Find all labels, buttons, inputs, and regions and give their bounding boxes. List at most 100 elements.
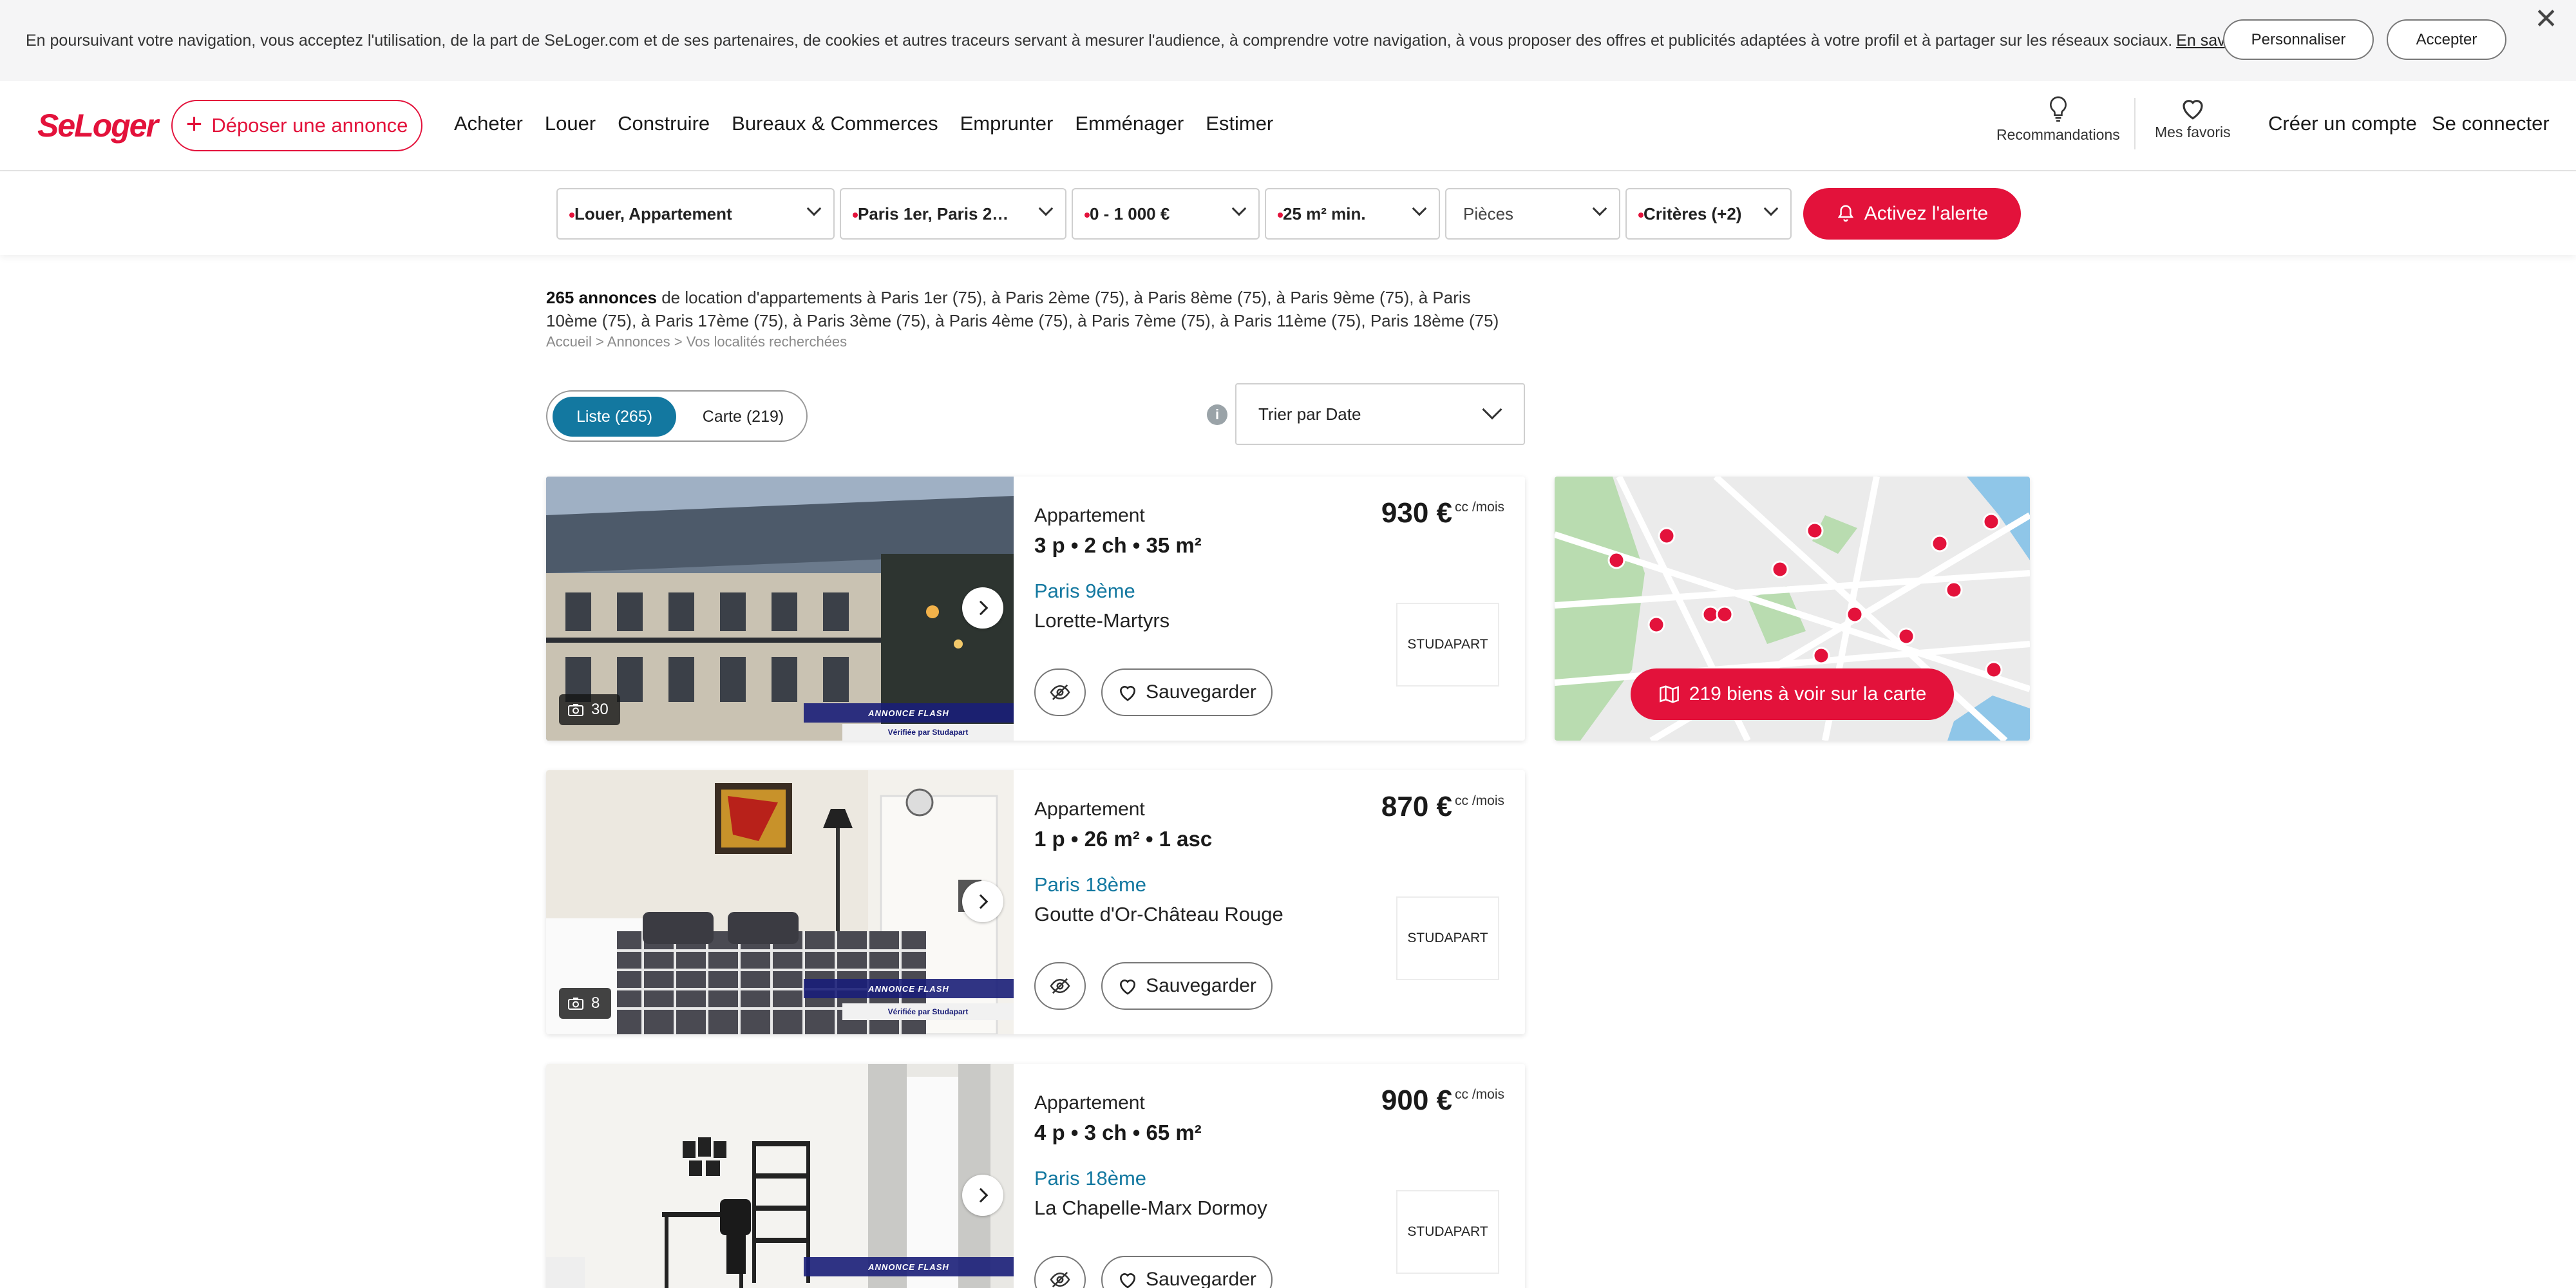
view-on-map-label: 219 biens à voir sur la carte — [1689, 683, 1927, 705]
results-count: 265 annonces — [546, 288, 657, 307]
chevron-down-icon — [1592, 201, 1607, 216]
filter-criteria-value: Critères (+2) — [1643, 204, 1742, 223]
eye-slash-icon — [1050, 684, 1070, 701]
price-suffix: cc /mois — [1454, 500, 1504, 515]
save-button[interactable]: Sauvegarder — [1101, 1256, 1273, 1288]
listing-card[interactable]: ANNONCE FLASH Appartement 4 p • 3 ch • 6… — [546, 1064, 1525, 1288]
menu-item-estimer[interactable]: Estimer — [1206, 112, 1273, 135]
recommendations-link[interactable]: Recommandations — [1996, 95, 2120, 144]
listing-photo[interactable]: 30 ANNONCE FLASH Vérifiée par Studapart — [546, 477, 1014, 741]
post-ad-label: Déposer une annonce — [211, 114, 408, 137]
listing-photo[interactable]: 8 ANNONCE FLASH Vérifiée par Studapart — [546, 770, 1014, 1034]
lightbulb-icon — [2049, 96, 2067, 122]
price-suffix: cc /mois — [1454, 1087, 1504, 1102]
camera-icon — [568, 704, 583, 716]
activate-alert-button[interactable]: Activez l'alerte — [1803, 188, 2021, 240]
filter-rooms-value: Pièces — [1463, 204, 1514, 223]
save-label: Sauvegarder — [1146, 975, 1256, 996]
active-dot — [1638, 213, 1643, 218]
photo-count: 8 — [591, 994, 600, 1012]
save-button[interactable]: Sauvegarder — [1101, 962, 1273, 1010]
post-ad-button[interactable]: + Déposer une annonce — [171, 100, 422, 151]
flash-badge: ANNONCE FLASH — [804, 703, 1014, 723]
filter-transaction[interactable]: Louer, Appartement — [556, 188, 835, 240]
close-icon[interactable]: ✕ — [2534, 5, 2558, 33]
create-account-link[interactable]: Créer un compte — [2268, 112, 2417, 135]
flash-badge: ANNONCE FLASH — [804, 979, 1014, 998]
menu-item-emmenager[interactable]: Emménager — [1075, 112, 1184, 135]
map-icon — [1659, 685, 1679, 703]
verified-badge: Vérifiée par Studapart — [842, 724, 1014, 741]
menu-item-emprunter[interactable]: Emprunter — [960, 112, 1054, 135]
eye-slash-icon — [1050, 1271, 1070, 1288]
recommendations-label: Recommandations — [1996, 126, 2120, 143]
view-on-map-button[interactable]: 219 biens à voir sur la carte — [1631, 668, 1954, 720]
listing-photo[interactable]: ANNONCE FLASH — [546, 1064, 1014, 1288]
map-preview[interactable]: 219 biens à voir sur la carte — [1555, 477, 2030, 741]
hide-listing-button[interactable] — [1034, 668, 1086, 716]
verified-badge: Vérifiée par Studapart — [842, 1003, 1014, 1020]
property-district: La Chapelle-Marx Dormoy — [1034, 1197, 1267, 1219]
filter-surface-value: 25 m² min. — [1283, 204, 1366, 223]
next-photo-button[interactable] — [962, 881, 1003, 922]
property-city: Paris 18ème — [1034, 1167, 1147, 1189]
chevron-right-icon — [973, 600, 989, 616]
chevron-right-icon — [973, 894, 989, 909]
results-description: de location d'appartements à Paris 1er (… — [546, 288, 1499, 330]
login-link[interactable]: Se connecter — [2432, 112, 2550, 135]
next-photo-button[interactable] — [962, 1175, 1003, 1216]
price: 870 € cc /mois — [1381, 791, 1504, 823]
photo-count: 30 — [591, 701, 609, 718]
menu-item-bureaux[interactable]: Bureaux & Commerces — [732, 112, 938, 135]
property-city: Paris 18ème — [1034, 873, 1147, 896]
flash-badge: ANNONCE FLASH — [804, 1257, 1014, 1276]
sort-value: Trier par Date — [1258, 404, 1361, 424]
price-suffix: cc /mois — [1454, 793, 1504, 808]
filter-location-value: Paris 1er, Paris 2… — [858, 204, 1009, 223]
hide-listing-button[interactable] — [1034, 962, 1086, 1010]
filter-surface[interactable]: 25 m² min. — [1265, 188, 1440, 240]
info-icon[interactable]: i — [1207, 404, 1227, 425]
property-city: Paris 9ème — [1034, 580, 1135, 602]
activate-alert-label: Activez l'alerte — [1864, 203, 1989, 224]
filter-budget[interactable]: 0 - 1 000 € — [1072, 188, 1260, 240]
cookie-accept-button[interactable]: Accepter — [2387, 19, 2506, 60]
header-divider — [2134, 98, 2136, 149]
agency-logo[interactable]: STUDAPART — [1396, 1190, 1499, 1274]
next-photo-button[interactable] — [962, 587, 1003, 629]
seloger-logo[interactable]: SeLoger — [37, 107, 158, 144]
heart-icon — [1120, 686, 1136, 701]
chevron-right-icon — [973, 1188, 989, 1203]
chevron-down-icon — [1482, 399, 1502, 420]
chevron-down-icon — [1412, 201, 1427, 216]
save-button[interactable]: Sauvegarder — [1101, 668, 1273, 716]
bell-icon — [1837, 205, 1853, 222]
active-dot — [1278, 213, 1283, 218]
price-value: 900 € — [1381, 1084, 1452, 1116]
hide-listing-button[interactable] — [1034, 1256, 1086, 1288]
menu-item-louer[interactable]: Louer — [545, 112, 596, 135]
price: 900 € cc /mois — [1381, 1084, 1504, 1117]
listing-card[interactable]: 8 ANNONCE FLASH Vérifiée par Studapart A… — [546, 770, 1525, 1034]
cookie-personalize-button[interactable]: Personnaliser — [2223, 19, 2374, 60]
listing-card[interactable]: 30 ANNONCE FLASH Vérifiée par Studapart … — [546, 477, 1525, 741]
property-details: 1 p • 26 m² • 1 asc — [1034, 827, 1213, 851]
chevron-down-icon — [1763, 201, 1779, 216]
filter-criteria[interactable]: Critères (+2) — [1625, 188, 1792, 240]
agency-logo[interactable]: STUDAPART — [1396, 603, 1499, 687]
price: 930 € cc /mois — [1381, 497, 1504, 529]
filter-budget-value: 0 - 1 000 € — [1090, 204, 1170, 223]
menu-item-acheter[interactable]: Acheter — [454, 112, 523, 135]
property-type: Appartement — [1034, 505, 1145, 526]
property-district: Lorette-Martyrs — [1034, 609, 1170, 632]
agency-logo[interactable]: STUDAPART — [1396, 896, 1499, 980]
tab-map[interactable]: Carte (219) — [687, 397, 800, 437]
menu-item-construire[interactable]: Construire — [618, 112, 710, 135]
tab-list[interactable]: Liste (265) — [553, 397, 676, 437]
main-menu: Acheter Louer Construire Bureaux & Comme… — [454, 112, 1273, 135]
filter-rooms[interactable]: Pièces — [1445, 188, 1620, 240]
filter-location[interactable]: Paris 1er, Paris 2… — [840, 188, 1066, 240]
sort-select[interactable]: Trier par Date — [1235, 383, 1525, 445]
favorites-link[interactable]: Mes favoris — [2155, 95, 2231, 141]
breadcrumb[interactable]: Accueil > Annonces > Vos localités reche… — [546, 334, 847, 350]
